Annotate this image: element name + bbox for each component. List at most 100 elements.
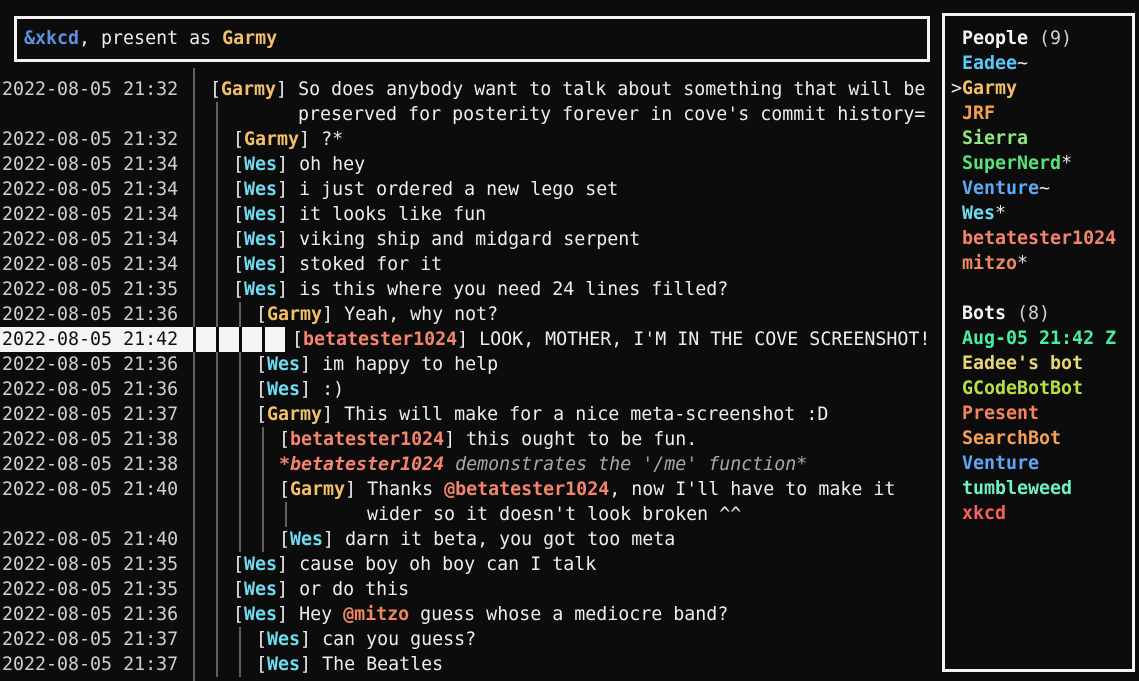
message-segment: [ [256,654,267,675]
message-text: [Wes] darn it beta, you got too meta [279,527,675,552]
chat-row[interactable]: 2022-08-05 21:35[Wes] or do this [0,577,939,602]
chat-row[interactable]: 2022-08-05 21:34[Wes] viking ship and mi… [0,227,939,252]
message-timestamp: 2022-08-05 21:34 [2,177,178,202]
sidebar-item-present[interactable]: Present [951,401,1132,426]
mention[interactable]: @mitzo [343,604,409,625]
chat-row[interactable]: 2022-08-05 21:36[Wes] im happy to help [0,352,939,377]
sidebar-item-tumbleweed[interactable]: tumbleweed [951,476,1132,501]
message-segment: viking ship and midgard serpent [299,229,640,250]
chat-row[interactable]: 2022-08-05 21:36[Garmy] Yeah, why not? [0,302,939,327]
message-segment: ] [277,579,299,600]
message-segment: ] [323,529,345,550]
thread-guide-line [216,402,218,427]
sidebar-item-sierra[interactable]: Sierra [951,126,1132,151]
sidebar-item-venture[interactable]: Venture [951,451,1132,476]
chat-row[interactable]: preserved for posterity forever in cove'… [0,102,939,127]
chat-row[interactable]: 2022-08-05 21:38[betatester1024] this ou… [0,427,939,452]
message-segment: ] [276,79,298,100]
chat-row[interactable]: 2022-08-05 21:37[Wes] The Beatles [0,652,939,677]
sidebar-section-title-bots: Bots(8) [951,301,1132,326]
thread-guide-line [216,427,218,452]
sidebar-item-eadee-s-bot[interactable]: Eadee's bot [951,351,1132,376]
message-text: [betatester1024] LOOK, MOTHER, I'M IN TH… [292,327,930,352]
message-timestamp: 2022-08-05 21:32 [2,127,178,152]
message-timestamp: 2022-08-05 21:35 [2,552,178,577]
message-segment: ] [457,329,479,350]
sidebar-item-supernerd[interactable]: SuperNerd* [951,151,1132,176]
sidebar-item-searchbot[interactable]: SearchBot [951,426,1132,451]
chat-row[interactable]: 2022-08-05 21:37[Wes] can you guess? [0,627,939,652]
sidebar-item-garmy[interactable]: >Garmy [951,76,1132,101]
sidebar-item-mitzo[interactable]: mitzo* [951,251,1132,276]
thread-guide-line [216,652,218,677]
message-segment: [ [210,79,221,100]
thread-guide-line [216,302,218,327]
message-segment: [ [233,604,244,625]
thread-guide-line [216,477,218,502]
nick-name: betatester1024 [303,329,457,350]
thread-guide-gap [216,327,219,352]
chat-row-action[interactable]: 2022-08-05 21:38*betatester1024 demonstr… [0,452,939,477]
nick-name: Wes [244,204,277,225]
chat-row[interactable]: 2022-08-05 21:32[Garmy] ?* [0,127,939,152]
mention[interactable]: @betatester1024 [444,479,609,500]
sidebar-item-venture[interactable]: Venture~ [951,176,1132,201]
sidebar-item-gcodebotbot[interactable]: GCodeBotBot [951,376,1132,401]
chat-row[interactable]: 2022-08-05 21:34[Wes] i just ordered a n… [0,177,939,202]
message-timestamp: 2022-08-05 21:35 [2,277,178,302]
thread-guide-line [216,202,218,227]
message-segment: this ought to be fun. [466,429,697,450]
nick-name: Wes [244,154,277,175]
message-segment: LOOK, MOTHER, I'M IN THE COVE SCREENSHOT… [479,329,930,350]
user-name: betatester1024 [962,228,1116,249]
sidebar-item-betatester1024[interactable]: betatester1024 [951,226,1132,251]
chat-row[interactable]: wider so it doesn't look broken ^^ [0,502,939,527]
nick-name: Garmy [221,79,276,100]
chat-row[interactable]: 2022-08-05 21:40[Garmy] Thanks @betatest… [0,477,939,502]
sidebar-item-wes[interactable]: Wes* [951,201,1132,226]
sidebar-item-xkcd[interactable]: xkcd [951,501,1132,526]
nick-name: Wes [290,529,323,550]
sidebar-spacer [951,276,1132,301]
chat-row[interactable]: 2022-08-05 21:35[Wes] cause boy oh boy c… [0,552,939,577]
message-timestamp: 2022-08-05 21:34 [2,202,178,227]
message-segment: ] [300,654,322,675]
thread-guide-line [239,427,241,452]
user-name: Venture [962,178,1039,199]
chat-row[interactable]: 2022-08-05 21:35 [Wes] is this where you … [0,277,939,302]
message-segment: ] [277,229,299,250]
chat-row[interactable]: 2022-08-05 21:37[Garmy] This will make f… [0,402,939,427]
thread-guide-line [239,302,241,327]
user-name: SuperNerd [962,153,1061,174]
message-segment: ] [300,354,322,375]
chat-row[interactable]: 2022-08-05 21:32[Garmy] So does anybody … [0,77,939,102]
message-text: [Wes] Hey @mitzo guess whose a mediocre … [233,602,728,627]
message-segment: oh hey [299,154,365,175]
message-segment: ] [277,179,299,200]
sidebar-item-eadee[interactable]: Eadee~ [951,51,1132,76]
message-timestamp: 2022-08-05 21:40 [2,527,178,552]
chat-row[interactable]: 2022-08-05 21:36 [Wes] Hey @mitzo guess w… [0,602,939,627]
message-segment: This will make for a nice meta-screensho… [344,404,828,425]
sidebar-item-jrf[interactable]: JRF [951,101,1132,126]
thread-guide-line [262,527,264,552]
message-segment: [ [256,404,267,425]
user-name: JRF [962,103,995,124]
thread-guide-line [239,527,241,552]
message-timestamp: 2022-08-05 21:36 [2,602,178,627]
chat-row[interactable]: 2022-08-05 21:40 [Wes] darn it beta, you … [0,527,939,552]
chat-row[interactable]: 2022-08-05 21:34[Wes] oh hey [0,152,939,177]
chat-row[interactable]: 2022-08-05 21:34[Wes] it looks like fun [0,202,939,227]
thread-guide-line [239,377,241,402]
chat-row-highlighted[interactable]: 2022-08-05 21:42[betatester1024] LOOK, M… [0,327,939,352]
thread-guide-line [262,427,264,452]
chat-row[interactable]: 2022-08-05 21:36[Wes] :) [0,377,939,402]
thread-guide-line [216,227,218,252]
chat-row[interactable]: 2022-08-05 21:34[Wes] stoked for it [0,252,939,277]
nick-name: Wes [244,579,277,600]
message-text: [Wes] oh hey [233,152,365,177]
nick-name: Garmy [290,479,345,500]
message-text: [Wes] is this where you need 24 lines fi… [233,277,728,302]
sidebar-item-aug-05-21-42-z[interactable]: Aug-05 21:42 Z [951,326,1132,351]
message-continuation: preserved for posterity forever in cove'… [298,102,925,127]
